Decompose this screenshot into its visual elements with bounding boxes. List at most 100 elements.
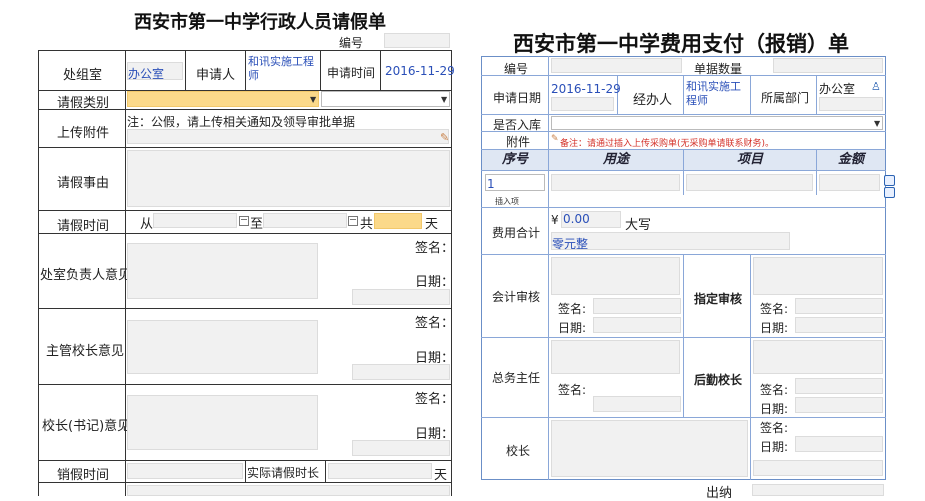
user-picker-icon[interactable]: ♙ [871, 80, 881, 93]
reason-label: 请假事由 [57, 176, 110, 191]
accounting-label: 会计审核 [492, 290, 541, 304]
attachment-label: 上传附件 [57, 126, 110, 141]
date-label: 日期: [760, 402, 789, 416]
delete-row-icon[interactable] [884, 187, 895, 198]
total-label: 共 [360, 217, 374, 232]
designated-opinion-field[interactable] [753, 257, 883, 295]
general-label: 总务主任 [492, 371, 541, 385]
insert-row-button[interactable]: 插入项 [495, 196, 519, 207]
apply-date-label: 申请日期 [493, 91, 542, 105]
date-label: 日期: [760, 440, 789, 454]
col-no-header: 序号 [482, 150, 548, 170]
calendar-icon[interactable] [348, 216, 358, 226]
applicant-value: 和讯实施工程师 [248, 55, 314, 82]
supervisor-date-field[interactable] [352, 364, 450, 380]
designated-label: 指定审核 [694, 292, 743, 306]
reimb-number-field[interactable] [551, 58, 682, 73]
dept-head-opinion-field[interactable] [127, 243, 318, 299]
chevron-down-icon[interactable]: ▼ [441, 95, 447, 104]
principal-opinion-label: 校长(书记)意见 [42, 419, 131, 434]
sign-label: 签名： [415, 241, 455, 256]
principal-extra-field[interactable] [753, 460, 883, 476]
col-item-header: 项目 [684, 150, 816, 170]
dept-head-date-field[interactable] [352, 289, 450, 305]
leave-type-label: 请假类别 [57, 96, 110, 111]
logistics-opinion-field[interactable] [753, 340, 883, 374]
principal-date-field[interactable] [352, 440, 450, 456]
warehouse-select[interactable] [551, 116, 883, 130]
row-1-amount-field[interactable] [819, 174, 880, 191]
row-1-purpose-field[interactable] [551, 174, 680, 191]
handler-label: 经办人 [633, 93, 673, 108]
supervisor-opinion-label: 主管校长意见 [46, 344, 125, 359]
row-1-no-field[interactable] [485, 174, 545, 191]
principal-opinion-field[interactable] [127, 395, 318, 450]
sign-label: 签名: [558, 383, 587, 397]
attachment-note: 注：公假，请上传相关通知及领导审批单据 [127, 115, 356, 129]
leave-type-select[interactable] [127, 91, 319, 107]
dept-value-right: 办公室 [819, 82, 856, 96]
actual-days-label: 实际请假时长 [247, 466, 320, 480]
sign-label: 签名: [760, 302, 789, 316]
cancel-time-label: 销假时间 [57, 468, 110, 483]
general-sign-field[interactable] [593, 396, 681, 412]
edit-row-icon[interactable] [884, 175, 895, 186]
apply-time-value: 2016-11-29 [385, 64, 455, 78]
notes-field[interactable] [127, 485, 450, 496]
reimbursement-form-title: 西安市第一中学费用支付（报销）单 [513, 32, 849, 56]
attachment-note-red: 备注：请通过插入上传采购单(无采购单请联系财务)。 [560, 139, 775, 149]
cancel-time-field[interactable] [127, 463, 243, 479]
chevron-down-icon[interactable]: ▼ [310, 95, 316, 104]
col-amount-header: 金额 [817, 150, 885, 170]
principal-opinion-field-right[interactable] [551, 420, 748, 477]
principal-date-field-right[interactable] [795, 436, 883, 452]
apply-time-label: 申请时间 [327, 66, 376, 80]
date-label: 日期： [415, 275, 455, 290]
actual-days-field[interactable] [328, 463, 432, 479]
paperclip-icon[interactable]: ✎ [551, 134, 559, 144]
doc-count-label: 单据数量 [694, 62, 743, 76]
end-date-field[interactable] [263, 213, 347, 228]
applicant-label: 申请人 [196, 68, 236, 83]
capital-label: 大写 [625, 218, 652, 233]
designated-date-field[interactable] [795, 317, 883, 333]
date-label: 日期: [558, 321, 587, 335]
reimb-number-label: 编号 [504, 62, 529, 76]
capital-value: 零元整 [552, 237, 589, 251]
accounting-sign-field[interactable] [593, 298, 681, 314]
reason-textarea[interactable] [127, 150, 450, 207]
calendar-icon[interactable] [239, 216, 249, 226]
sign-label: 签名: [558, 302, 587, 316]
general-opinion-field[interactable] [551, 340, 680, 374]
leave-subtype-select[interactable] [321, 91, 450, 107]
total-label-right: 费用合计 [492, 226, 541, 240]
chevron-down-icon[interactable]: ▼ [874, 119, 880, 128]
accounting-opinion-field[interactable] [551, 257, 680, 295]
paperclip-icon[interactable]: ✎ [440, 131, 449, 144]
day-unit: 天 [425, 217, 439, 232]
accounting-date-field[interactable] [593, 317, 681, 333]
leave-time-label: 请假时间 [57, 219, 110, 234]
total-days-field[interactable] [374, 213, 422, 229]
from-label: 从 [140, 217, 154, 232]
doc-count-field[interactable] [773, 58, 883, 73]
apply-date-field[interactable] [551, 97, 614, 111]
designated-sign-field[interactable] [795, 298, 883, 314]
attachment-upload-field[interactable] [127, 129, 449, 144]
leave-number-label: 编号 [339, 36, 364, 50]
dept-field-right[interactable] [819, 97, 883, 111]
start-date-field[interactable] [153, 213, 237, 228]
sign-label: 签名： [415, 316, 455, 331]
cashier-field[interactable] [752, 484, 884, 496]
logistics-sign-field[interactable] [795, 378, 883, 394]
reimb-principal-label: 校长 [506, 444, 531, 458]
logistics-label: 后勤校长 [694, 373, 743, 387]
row-1-item-field[interactable] [686, 174, 813, 191]
dept-value: 办公室 [128, 67, 165, 81]
logistics-date-field[interactable] [795, 397, 883, 413]
supervisor-opinion-field[interactable] [127, 320, 318, 374]
handler-value: 和讯实施工程师 [686, 80, 741, 107]
leave-form-title: 西安市第一中学行政人员请假单 [134, 12, 386, 33]
reimb-attachment-label: 附件 [506, 135, 531, 149]
leave-number-field[interactable] [384, 33, 450, 48]
